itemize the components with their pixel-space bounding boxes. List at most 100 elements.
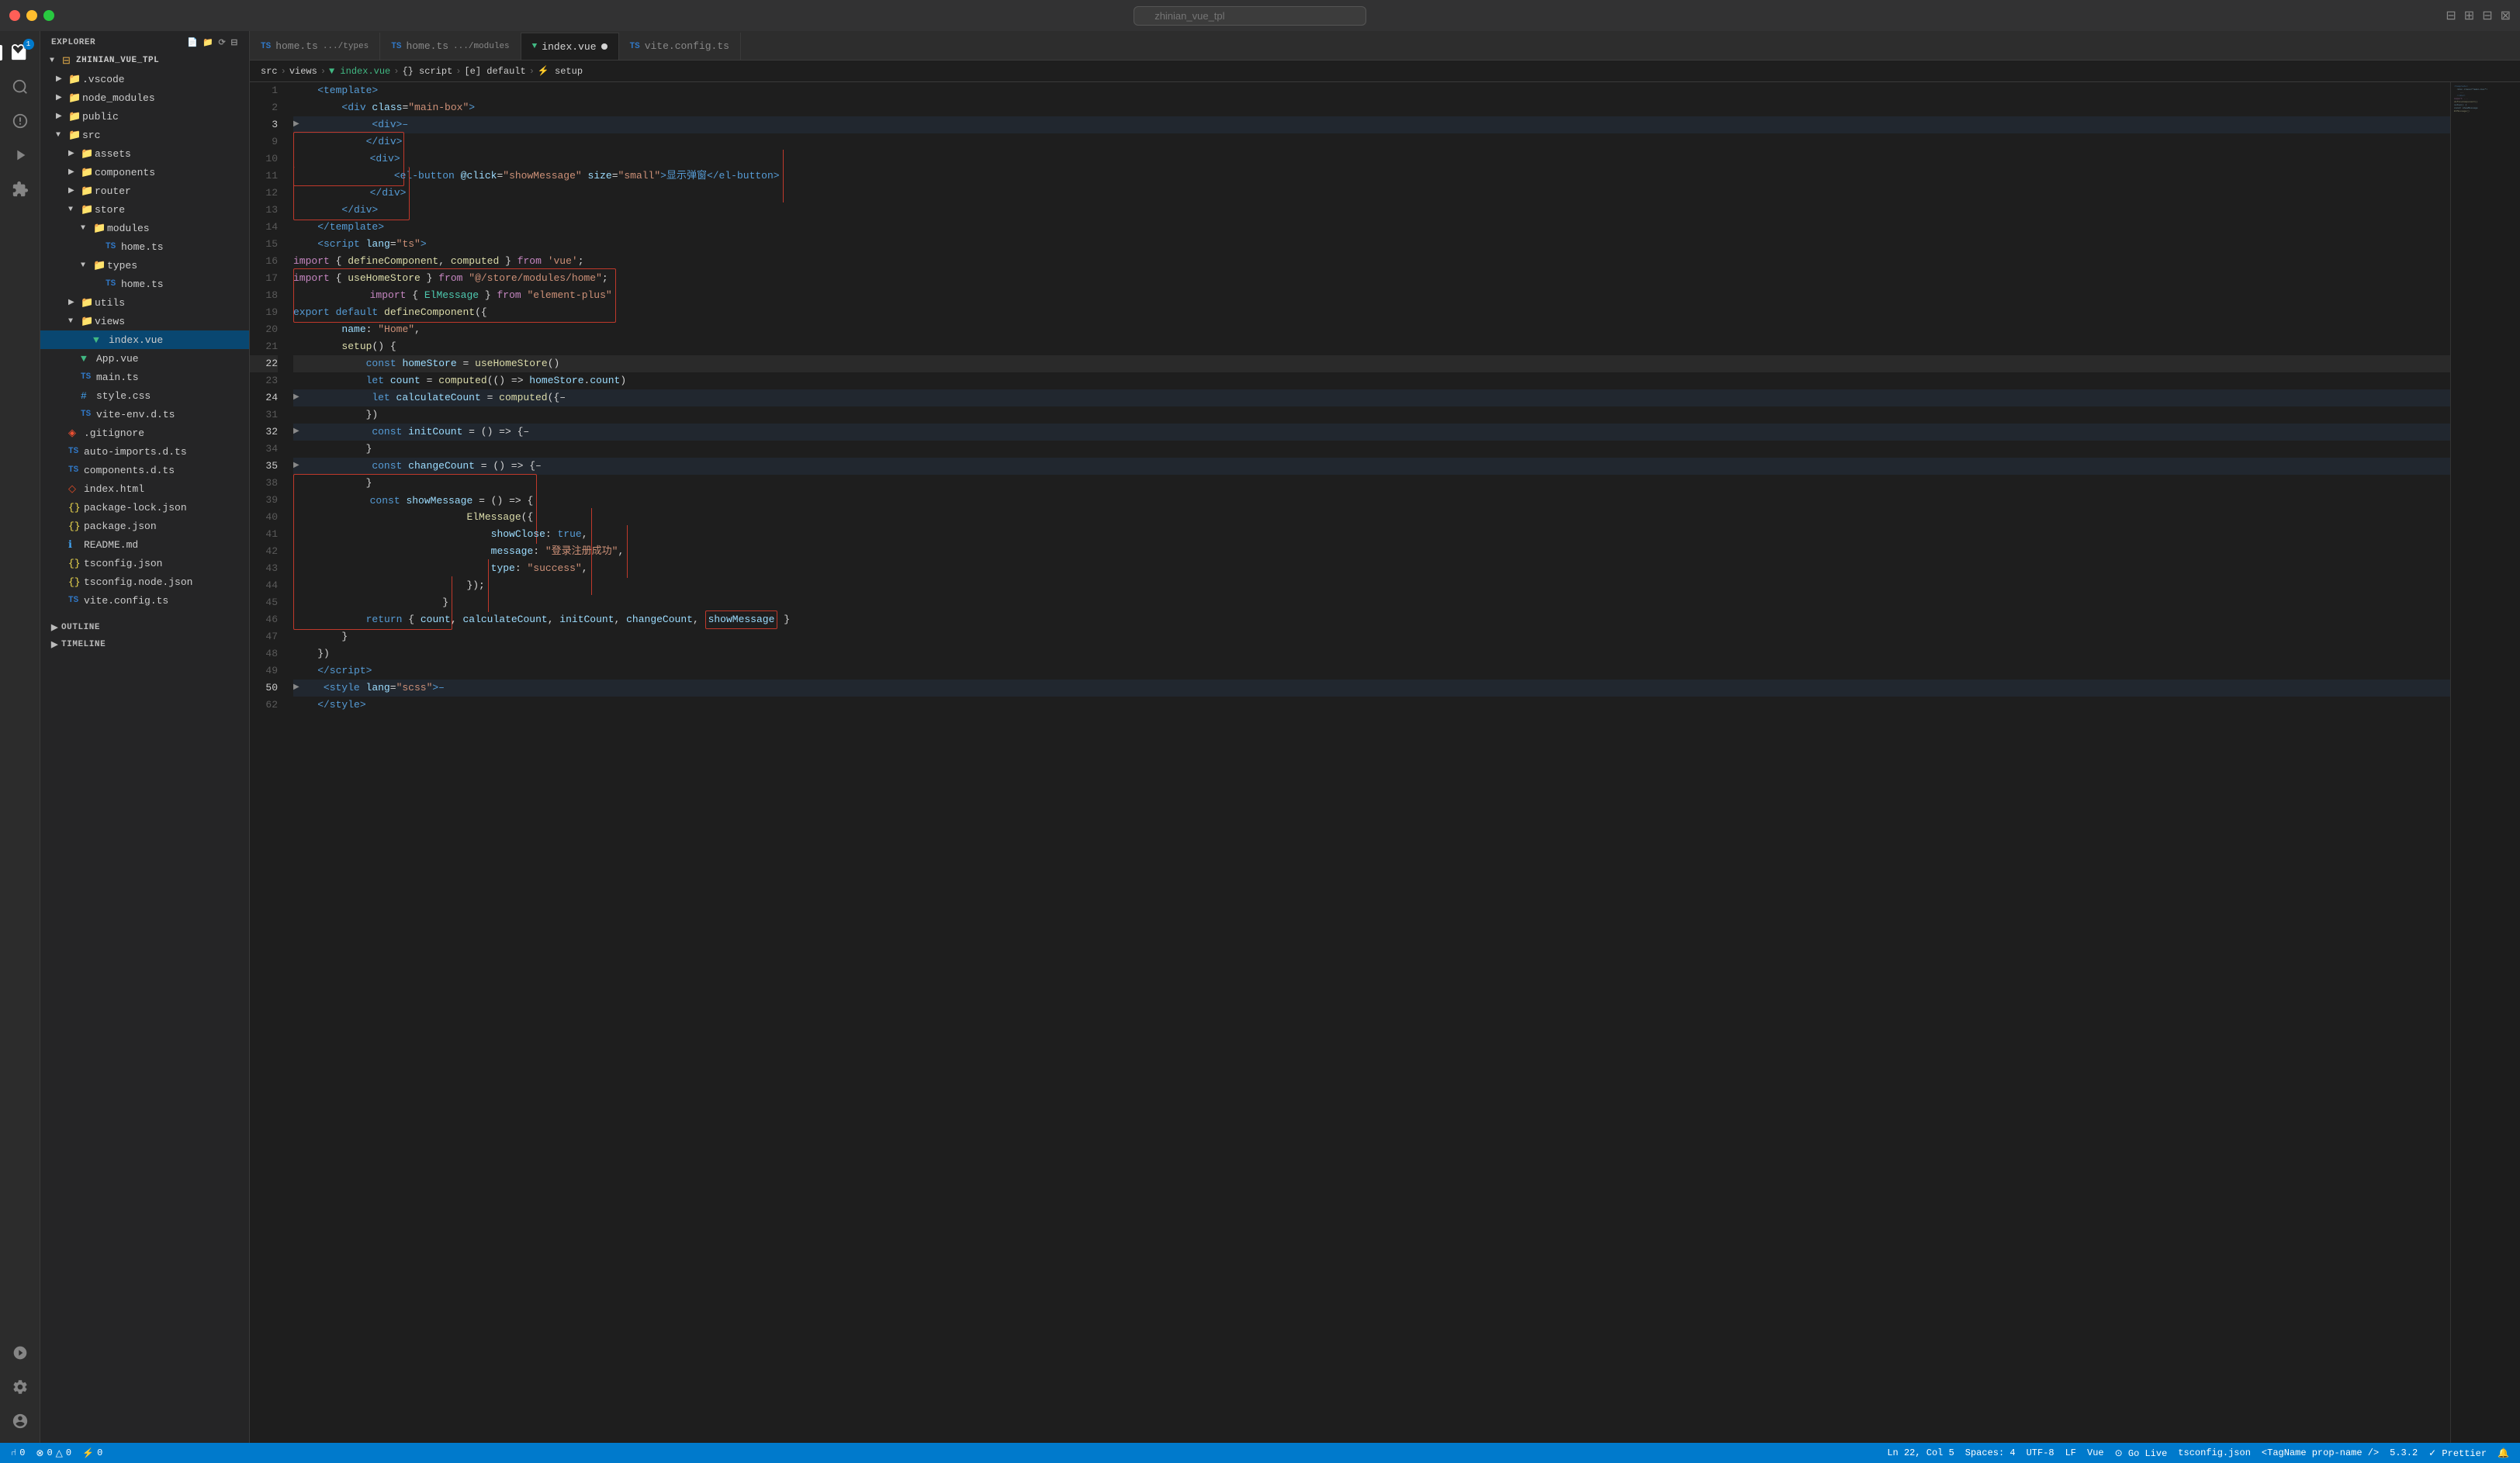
status-errors[interactable]: ⊗ 0 △ 0 <box>36 1447 71 1459</box>
tree-gitignore[interactable]: ◈ .gitignore <box>40 424 249 442</box>
readme-icon: ℹ <box>68 539 82 551</box>
code-attr5: lang <box>366 680 390 697</box>
status-line-ending[interactable]: LF <box>2065 1447 2076 1458</box>
views-label: views <box>95 316 125 327</box>
status-prettier[interactable]: ✓ Prettier <box>2428 1447 2487 1459</box>
tree-utils[interactable]: ▶ 📁 utils <box>40 293 249 312</box>
tree-vscode[interactable]: ▶ 📁 .vscode <box>40 70 249 88</box>
tree-index-vue[interactable]: ▼ index.vue <box>40 330 249 349</box>
tab-index-vue[interactable]: ▼ index.vue <box>521 33 619 60</box>
tree-index-html[interactable]: ◇ index.html <box>40 479 249 498</box>
status-branch[interactable]: ⑁ 0 <box>11 1447 25 1458</box>
editor-area: 1 2 3 9 10 11 12 13 14 15 16 17 18 19 20… <box>250 82 2520 1443</box>
breadcrumb-default[interactable]: [e] default <box>464 66 525 77</box>
layout-toggle-button[interactable]: ⊟ <box>2446 8 2456 23</box>
warning-count: 0 <box>66 1447 71 1458</box>
status-version[interactable]: 5.3.2 <box>2390 1447 2418 1458</box>
tree-home-ts-types[interactable]: TS home.ts <box>40 275 249 293</box>
collapse-icon[interactable]: ⊟ <box>230 37 238 48</box>
new-file-icon[interactable]: 📄 <box>187 37 198 48</box>
fold-arrow-35[interactable]: ▶ <box>293 458 299 475</box>
tree-style-css[interactable]: # style.css <box>40 386 249 405</box>
minimize-button[interactable] <box>26 10 37 21</box>
panel-toggle-button[interactable]: ⊞ <box>2464 8 2474 23</box>
tree-package-json[interactable]: {} package.json <box>40 517 249 535</box>
breadcrumb-script[interactable]: {} script <box>402 66 452 77</box>
title-search-input[interactable] <box>1134 6 1366 26</box>
tree-src[interactable]: ▼ 📁 src <box>40 126 249 144</box>
breadcrumb-setup[interactable]: ⚡ setup <box>538 65 583 77</box>
tree-node-modules[interactable]: ▶ 📁 node_modules <box>40 88 249 107</box>
status-live[interactable]: ⚡ 0 <box>82 1447 102 1459</box>
activity-extensions[interactable] <box>5 174 36 205</box>
fold-arrow-3[interactable]: ▶ <box>293 116 299 133</box>
timeline-section[interactable]: ▶ TIMELINE <box>40 636 249 653</box>
code-text17 <box>396 355 403 372</box>
fold-arrow-24[interactable]: ▶ <box>293 389 299 406</box>
tree-readme[interactable]: ℹ README.md <box>40 535 249 554</box>
maximize-button[interactable] <box>43 10 54 21</box>
status-position[interactable]: Ln 22, Col 5 <box>1887 1447 1954 1458</box>
breadcrumb-sep5: › <box>529 66 535 77</box>
tree-root[interactable]: ▼ ⊟ ZHINIAN_VUE_TPL <box>40 51 249 70</box>
ln-2: 2 <box>250 99 278 116</box>
activity-explorer[interactable]: 1 <box>5 37 36 68</box>
activity-remote[interactable] <box>5 1337 36 1368</box>
tree-vite-env[interactable]: TS vite-env.d.ts <box>40 405 249 424</box>
code-var8: changeCount <box>408 458 475 475</box>
breadcrumb-views[interactable]: views <box>289 66 317 77</box>
status-tagname[interactable]: <TagName prop-name /> <box>2262 1447 2379 1458</box>
activity-git[interactable] <box>5 105 36 137</box>
tree-main-ts[interactable]: TS main.ts <box>40 368 249 386</box>
status-tsconfig[interactable]: tsconfig.json <box>2178 1447 2251 1458</box>
tree-components-dts[interactable]: TS components.d.ts <box>40 461 249 479</box>
tree-tsconfig-node[interactable]: {} tsconfig.node.json <box>40 572 249 591</box>
tree-home-ts-modules[interactable]: TS home.ts <box>40 237 249 256</box>
tree-auto-imports[interactable]: TS auto-imports.d.ts <box>40 442 249 461</box>
status-bell[interactable]: 🔔 <box>2498 1447 2509 1459</box>
split-editor-button[interactable]: ⊟ <box>2482 8 2492 23</box>
outline-section[interactable]: ▶ OUTLINE <box>40 619 249 636</box>
sidebar-title: EXPLORER <box>51 38 95 47</box>
tab-vite-config[interactable]: TS vite.config.ts <box>619 33 741 60</box>
activity-avatar[interactable] <box>5 1406 36 1437</box>
ln-47: 47 <box>250 628 278 645</box>
tree-app-vue[interactable]: ▼ App.vue <box>40 349 249 368</box>
code-text25: ) <box>620 372 626 389</box>
tree-router[interactable]: ▶ 📁 router <box>40 182 249 200</box>
tree-public[interactable]: ▶ 📁 public <box>40 107 249 126</box>
status-golive[interactable]: ⊙ Go Live <box>2115 1447 2168 1459</box>
activity-search[interactable] <box>5 71 36 102</box>
status-encoding[interactable]: UTF-8 <box>2027 1447 2054 1458</box>
code-content[interactable]: <template> <div class="main-box"> ▶ <div… <box>287 82 2450 1443</box>
tree-tsconfig[interactable]: {} tsconfig.json <box>40 554 249 572</box>
tab-home-modules[interactable]: TS home.ts .../modules <box>380 33 521 60</box>
index-vue-icon: ▼ <box>93 334 107 346</box>
tree-vite-config[interactable]: TS vite.config.ts <box>40 591 249 610</box>
breadcrumb-src[interactable]: src <box>261 66 278 77</box>
tree-store[interactable]: ▼ 📁 store <box>40 200 249 219</box>
activity-run[interactable] <box>5 140 36 171</box>
fold-arrow-50[interactable]: ▶ <box>293 680 299 697</box>
code-text2: , <box>438 253 451 270</box>
code-text58: , <box>614 611 627 628</box>
tree-package-lock[interactable]: {} package-lock.json <box>40 498 249 517</box>
breadcrumb-file[interactable]: ▼ index.vue <box>329 66 390 77</box>
tab-home-types[interactable]: TS home.ts .../types <box>250 33 380 60</box>
customize-layout-button[interactable]: ⊠ <box>2501 8 2511 23</box>
types-icon: 📁 <box>93 260 107 272</box>
status-spaces[interactable]: Spaces: 4 <box>1965 1447 2016 1458</box>
tree-components[interactable]: ▶ 📁 components <box>40 163 249 182</box>
tree-modules[interactable]: ▼ 📁 modules <box>40 219 249 237</box>
tree-views[interactable]: ▼ 📁 views <box>40 312 249 330</box>
store-label: store <box>95 204 125 216</box>
close-button[interactable] <box>9 10 20 21</box>
refresh-icon[interactable]: ⟳ <box>218 37 226 48</box>
status-language[interactable]: Vue <box>2087 1447 2104 1458</box>
tree-types[interactable]: ▼ 📁 types <box>40 256 249 275</box>
sidebar: EXPLORER 📄 📁 ⟳ ⊟ ▼ ⊟ ZHINIAN_VUE_TPL ▶ 📁… <box>40 31 250 1443</box>
activity-settings[interactable] <box>5 1371 36 1402</box>
fold-arrow-32[interactable]: ▶ <box>293 424 299 441</box>
tree-assets[interactable]: ▶ 📁 assets <box>40 144 249 163</box>
new-folder-icon[interactable]: 📁 <box>202 37 213 48</box>
